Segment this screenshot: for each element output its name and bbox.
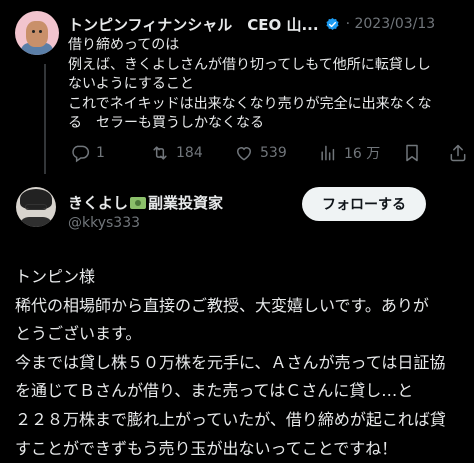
money-emoji-icon (130, 197, 147, 209)
avatar[interactable] (16, 187, 56, 227)
verified-badge-icon (326, 17, 339, 30)
like-count: 539 (260, 145, 287, 161)
avatar[interactable] (15, 11, 59, 55)
tweet-header: トンピンフィナンシャル CEO 山... · 2023/03/13 (68, 13, 468, 35)
share-icon (450, 144, 466, 162)
views-button[interactable]: 16 万 (318, 141, 380, 165)
bookmark-icon (406, 144, 418, 162)
like-button[interactable]: 539 (234, 141, 287, 165)
tweet-date[interactable]: · 2023/03/13 (346, 16, 436, 32)
view-count: 16 万 (344, 146, 381, 162)
retweet-count: 184 (176, 145, 203, 161)
bookmark-button[interactable] (402, 141, 422, 165)
like-icon (236, 147, 252, 161)
author-handle[interactable]: @kkys333 (68, 215, 140, 231)
retweet-icon (153, 146, 167, 160)
author-name-part: きくよし (68, 194, 129, 212)
reply-count: 1 (96, 145, 105, 161)
reply-button[interactable]: 1 (70, 141, 105, 165)
author-name[interactable]: トンピンフィナンシャル CEO 山... (68, 14, 319, 35)
share-button[interactable] (448, 141, 468, 165)
thread-line (44, 64, 46, 174)
retweet-button[interactable]: 184 (150, 141, 203, 165)
reply-icon (72, 145, 90, 163)
follow-button[interactable]: フォローする (302, 187, 426, 221)
views-icon (321, 145, 335, 161)
tweet-text: 借り締めってのは 例えば、きくよしさんが借り切ってしもて他所に転貸しし ないよう… (68, 37, 432, 132)
tweet-actions: 1 184 539 16 万 (62, 141, 472, 165)
author-name[interactable]: きくよし 副業投資家 (68, 192, 223, 213)
tweet-text: トンピン様 稀代の相場師から直接のご教授、大変嬉しいです。ありが とうございます… (15, 267, 446, 458)
author-name-part: 副業投資家 (148, 194, 224, 212)
